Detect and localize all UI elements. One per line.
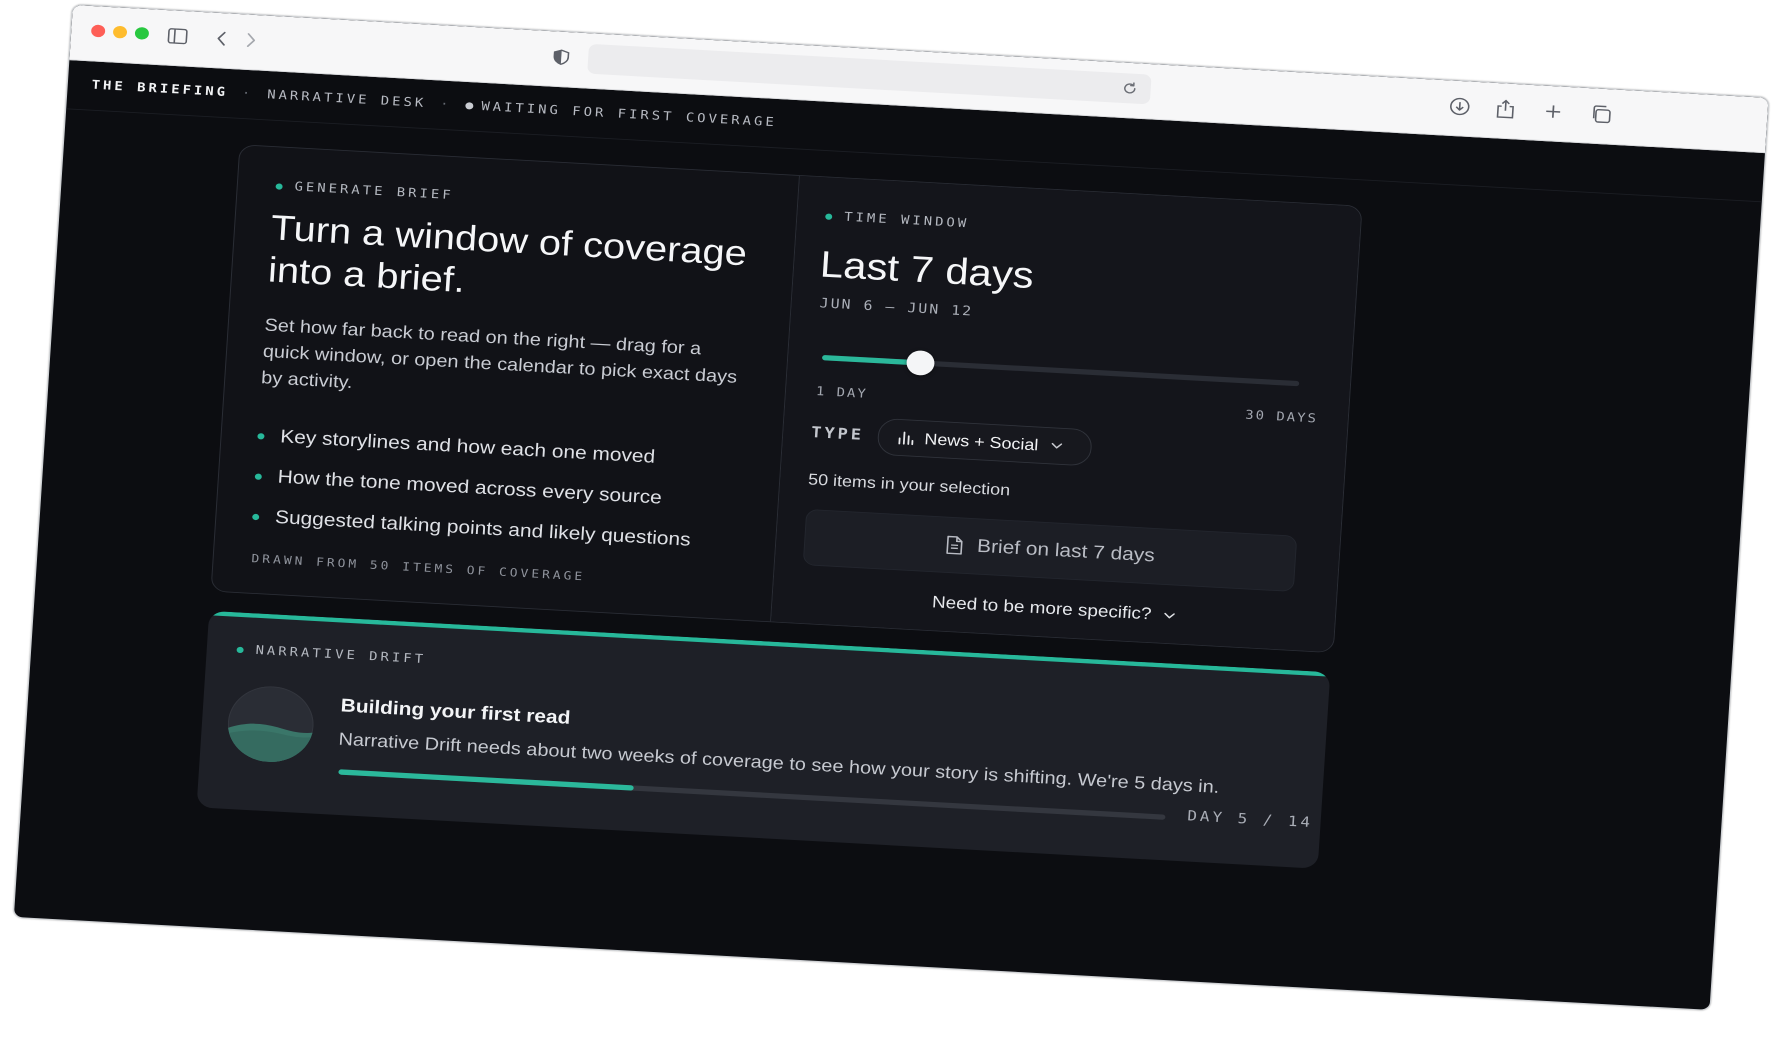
list-item: Suggested talking points and likely ques… (252, 505, 750, 555)
days-slider[interactable] (821, 344, 1300, 396)
kicker-label: GENERATE BRIEF (294, 179, 455, 203)
slider-max-label: 30 DAYS (1244, 408, 1319, 427)
browser-window: THE BRIEFING · NARRATIVE DESK · WAITING … (12, 4, 1770, 1011)
kicker-label: TIME WINDOW (843, 210, 970, 231)
drift-subtitle: Narrative Drift needs about two weeks of… (337, 729, 1220, 798)
bullet-dot-icon (257, 432, 265, 440)
narrative-drift-kicker: NARRATIVE DRIFT (236, 642, 427, 667)
tabs-icon[interactable] (1585, 100, 1617, 128)
drift-progress-orb-icon (225, 684, 316, 765)
brief-description: Set how far back to read on the right — … (260, 315, 738, 393)
drift-title: Building your first read (340, 695, 572, 729)
generate-brief-kicker: GENERATE BRIEF (275, 179, 454, 203)
list-item-label: Key storylines and how each one moved (279, 426, 656, 468)
download-icon[interactable] (1444, 93, 1476, 121)
slider-min-label: 1 DAY (815, 384, 869, 402)
page-title: Turn a window of coverage into a brief. (267, 207, 759, 318)
kicker-dot-icon (275, 182, 283, 190)
drift-day-count: DAY 5 / 14 (1186, 807, 1314, 831)
slider-handle[interactable] (906, 349, 936, 376)
chevron-right-icon[interactable] (235, 26, 267, 54)
plus-icon[interactable] (1537, 98, 1569, 126)
type-select[interactable]: News + Social (876, 417, 1093, 467)
reload-icon[interactable] (1114, 74, 1146, 102)
type-filter-row: TYPE News + Social (810, 414, 1093, 467)
chevron-left-icon[interactable] (206, 25, 238, 53)
time-window-panel: TIME WINDOW Last 7 days JUN 6 — JUN 12 1… (771, 175, 1362, 653)
kicker-dot-icon (825, 212, 833, 220)
zoom-window-button[interactable] (134, 26, 150, 40)
brief-card: GENERATE BRIEF Turn a window of coverage… (210, 144, 1363, 654)
bar-chart-icon (898, 431, 914, 446)
kicker-dot-icon (236, 646, 244, 653)
type-select-value: News + Social (923, 429, 1039, 454)
brief-contents-list: Key storylines and how each one moved Ho… (250, 424, 755, 572)
selection-count: 50 items in your selection (807, 470, 1011, 499)
narrative-drift-card: NARRATIVE DRIFT Building your first read… (196, 610, 1331, 869)
status-dot-icon (465, 102, 474, 110)
share-icon[interactable] (1490, 95, 1522, 123)
list-item: How the tone moved across every source (254, 465, 752, 515)
document-icon (945, 535, 963, 555)
header-separator: · (241, 86, 254, 102)
window-dates: JUN 6 — JUN 12 (819, 294, 974, 320)
type-label: TYPE (810, 423, 865, 445)
drift-progress-fill (338, 769, 634, 791)
more-specific-label: Need to be more specific? (931, 593, 1153, 624)
minimize-window-button[interactable] (112, 25, 128, 39)
generate-brief-button[interactable]: Brief on last 7 days (802, 508, 1298, 592)
brief-button-label: Brief on last 7 days (976, 535, 1156, 566)
header-separator: · (439, 97, 452, 112)
chevron-down-icon (1051, 442, 1062, 449)
list-item: Key storylines and how each one moved (257, 424, 755, 474)
window-title: Last 7 days (818, 243, 1036, 297)
chevron-down-icon (1164, 612, 1175, 619)
coverage-status: WAITING FOR FIRST COVERAGE (480, 99, 778, 130)
desk-name: NARRATIVE DESK (266, 87, 427, 111)
bullet-dot-icon (252, 513, 260, 520)
list-item-label: Suggested talking points and likely ques… (274, 507, 692, 551)
headline-line-2: into a brief. (266, 250, 467, 301)
generate-brief-panel: GENERATE BRIEF Turn a window of coverage… (211, 145, 800, 622)
shield-icon[interactable] (546, 43, 578, 71)
close-window-button[interactable] (90, 24, 106, 38)
scene: THE BRIEFING · NARRATIVE DESK · WAITING … (0, 0, 1787, 1049)
bullet-dot-icon (254, 472, 263, 480)
sidebar-icon[interactable] (162, 22, 194, 50)
more-specific-toggle[interactable]: Need to be more specific? (772, 585, 1335, 635)
kicker-label: NARRATIVE DRIFT (255, 643, 427, 667)
time-window-kicker: TIME WINDOW (825, 209, 970, 231)
list-item-label: How the tone moved across every source (277, 466, 663, 508)
brand-name[interactable]: THE BRIEFING (91, 78, 228, 100)
